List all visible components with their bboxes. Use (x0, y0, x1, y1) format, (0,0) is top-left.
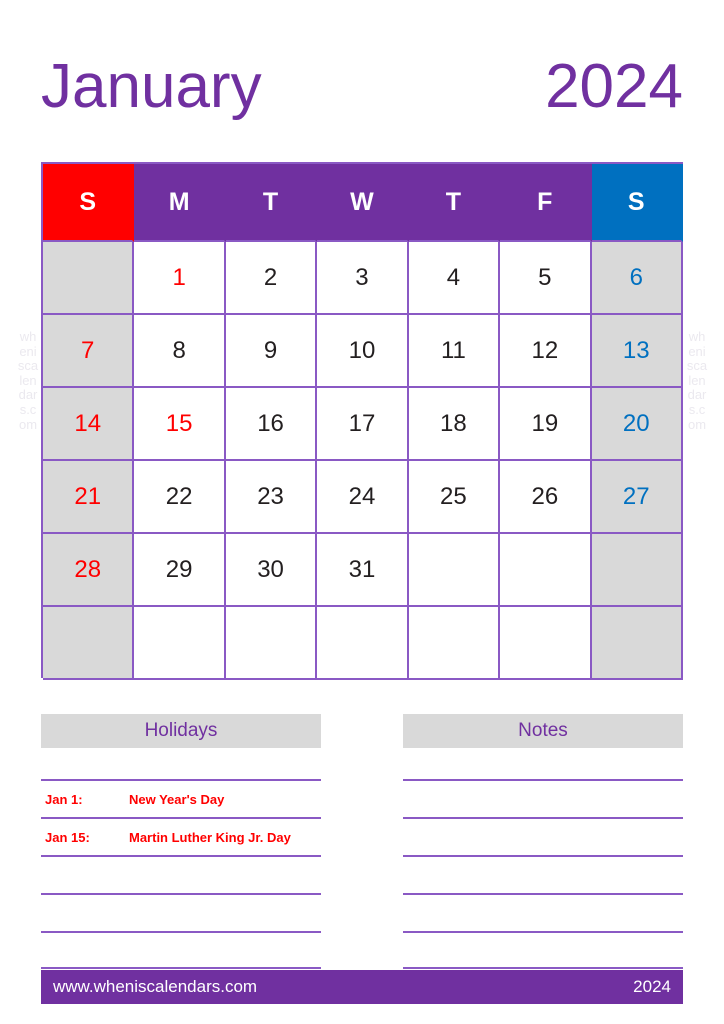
week-row: 123456 (43, 242, 683, 315)
day-cell[interactable]: 1 (134, 242, 226, 315)
day-cell-empty (43, 607, 135, 680)
day-cell[interactable]: 8 (134, 315, 226, 388)
notes-row[interactable] (403, 817, 683, 855)
notes-heading: Notes (403, 714, 683, 748)
week-row: 28 29 30 31 (43, 534, 683, 607)
day-cell[interactable]: 9 (225, 315, 318, 388)
holiday-name: New Year's Day (129, 791, 225, 807)
day-cell-empty (317, 607, 409, 680)
notes-row[interactable] (403, 893, 683, 931)
day-cell[interactable]: 11 (408, 315, 501, 388)
weekday-header-0: S (43, 164, 135, 242)
title-year: 2024 (545, 52, 683, 121)
day-cell-empty (134, 607, 226, 680)
weekday-header-6: S (591, 164, 683, 242)
day-cell-empty (500, 534, 592, 607)
day-cell-empty (500, 607, 592, 680)
day-cell-empty (225, 607, 318, 680)
day-cell[interactable]: 25 (408, 461, 501, 534)
watermark-right: wheniscalendars.com (686, 329, 708, 432)
day-cell[interactable]: 23 (225, 461, 318, 534)
holidays-lines: Jan 1: New Year's Day Jan 15: Martin Luther… (41, 779, 321, 969)
day-cell[interactable]: 18 (408, 388, 501, 461)
week-row (43, 607, 683, 680)
day-cell[interactable]: 27 (591, 461, 683, 534)
day-cell[interactable]: 3 (317, 242, 409, 315)
notes-row[interactable] (403, 855, 683, 893)
day-cell[interactable]: 20 (591, 388, 683, 461)
day-cell[interactable]: 26 (500, 461, 592, 534)
week-row: 21 22 23 24 25 26 27 (43, 461, 683, 534)
holiday-date: Jan 15: (45, 829, 90, 845)
week-row: 14 15 16 17 18 19 20 (43, 388, 683, 461)
day-cell[interactable]: 31 (317, 534, 409, 607)
weekday-header-5: F (500, 164, 592, 242)
day-cell[interactable]: 28 (43, 534, 135, 607)
holiday-row[interactable] (41, 855, 321, 893)
day-cell[interactable]: 5 (500, 242, 592, 315)
weekday-header-1: M (134, 164, 226, 242)
notes-lines (403, 779, 683, 969)
day-cell[interactable]: 22 (134, 461, 226, 534)
day-cell-empty (408, 534, 501, 607)
weekday-header-3: W (317, 164, 409, 242)
day-cell[interactable]: 13 (591, 315, 683, 388)
holiday-name: Martin Luther King Jr. Day (129, 829, 291, 845)
holiday-row[interactable] (41, 931, 321, 969)
day-cell-empty (591, 534, 683, 607)
day-cell[interactable]: 2 (225, 242, 318, 315)
weekday-header-4: T (408, 164, 501, 242)
day-cell[interactable]: 30 (225, 534, 318, 607)
footer-year: 2024 (633, 977, 671, 996)
day-cell[interactable]: 15 (134, 388, 226, 461)
day-cell-empty (591, 607, 683, 680)
holidays-panel: Holidays Jan 1: New Year's Day Jan 15: Mart… (41, 714, 321, 969)
day-cell[interactable]: 7 (43, 315, 135, 388)
holiday-row[interactable]: Jan 15: Martin Luther King Jr. Day (41, 817, 321, 855)
notes-row[interactable] (403, 779, 683, 817)
day-cell[interactable]: 19 (500, 388, 592, 461)
calendar-grid: SMTWTFS 1 2 3 4 5 6 7 8 9 10 11 12 13 14 15 16 17 18 19 20 2… (41, 162, 683, 680)
day-cell[interactable]: 12 (500, 315, 592, 388)
holiday-date: Jan 1: (45, 791, 83, 807)
day-cell[interactable]: 29 (134, 534, 226, 607)
bottom-panels: Holidays Jan 1: New Year's Day Jan 15: Mart… (41, 714, 683, 969)
footer-url[interactable]: www.wheniscalendars.com (53, 977, 257, 997)
week-row: 7 8 9 10 11 12 13 (43, 315, 683, 388)
day-cell-empty (43, 242, 135, 315)
day-cell[interactable]: 24 (317, 461, 409, 534)
day-cell[interactable]: 16 (225, 388, 318, 461)
calendar-page: wheniscalendars.com wheniscalendars.com … (0, 0, 724, 1024)
notes-panel: Notes (403, 714, 683, 969)
day-cell[interactable]: 14 (43, 388, 135, 461)
watermark-left: wheniscalendars.com (17, 329, 39, 432)
holiday-row[interactable]: Jan 1: New Year's Day (41, 779, 321, 817)
footer-bar: www.wheniscalendars.com 2024 (41, 970, 683, 1004)
holiday-row[interactable] (41, 893, 321, 931)
day-cell[interactable]: 6 (591, 242, 683, 315)
notes-row[interactable] (403, 931, 683, 969)
day-cell[interactable]: 4 (408, 242, 501, 315)
weekday-header-row: SMTWTFS (43, 164, 683, 242)
holidays-heading: Holidays (41, 714, 321, 748)
day-cell[interactable]: 10 (317, 315, 409, 388)
title-month: January (41, 52, 262, 121)
day-cell[interactable]: 17 (317, 388, 409, 461)
day-cell-empty (408, 607, 501, 680)
page-title: January 2024 (41, 48, 683, 126)
day-cell[interactable]: 21 (43, 461, 135, 534)
weekday-header-2: T (225, 164, 318, 242)
